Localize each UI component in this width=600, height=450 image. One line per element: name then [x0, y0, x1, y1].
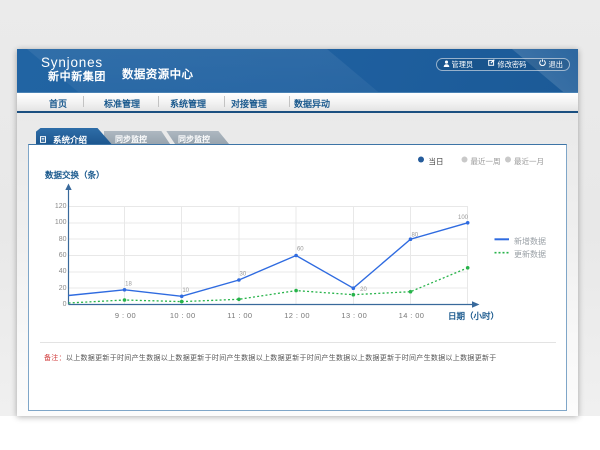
svg-text:18: 18	[125, 282, 132, 288]
svg-text:100: 100	[458, 215, 469, 221]
svg-text:20: 20	[360, 287, 367, 293]
svg-text:80: 80	[411, 232, 418, 238]
svg-text:30: 30	[240, 272, 247, 278]
svg-text:10: 10	[182, 288, 189, 294]
svg-text:60: 60	[297, 247, 304, 253]
